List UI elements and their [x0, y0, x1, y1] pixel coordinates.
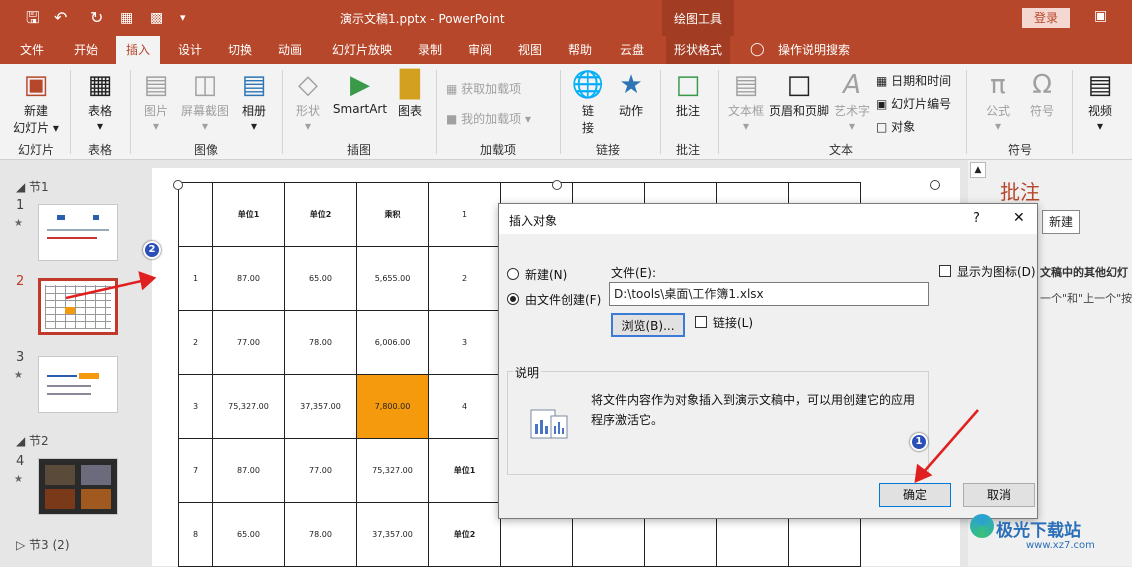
- watermark-text: 极光下载站: [996, 521, 1081, 541]
- step-marker-2: 2: [143, 241, 161, 259]
- watermark-logo-icon: [970, 514, 994, 538]
- watermark-url: www.xz7.com: [1026, 540, 1095, 551]
- step-marker-1: 1: [910, 433, 928, 451]
- annotation-arrows: [65, 271, 979, 484]
